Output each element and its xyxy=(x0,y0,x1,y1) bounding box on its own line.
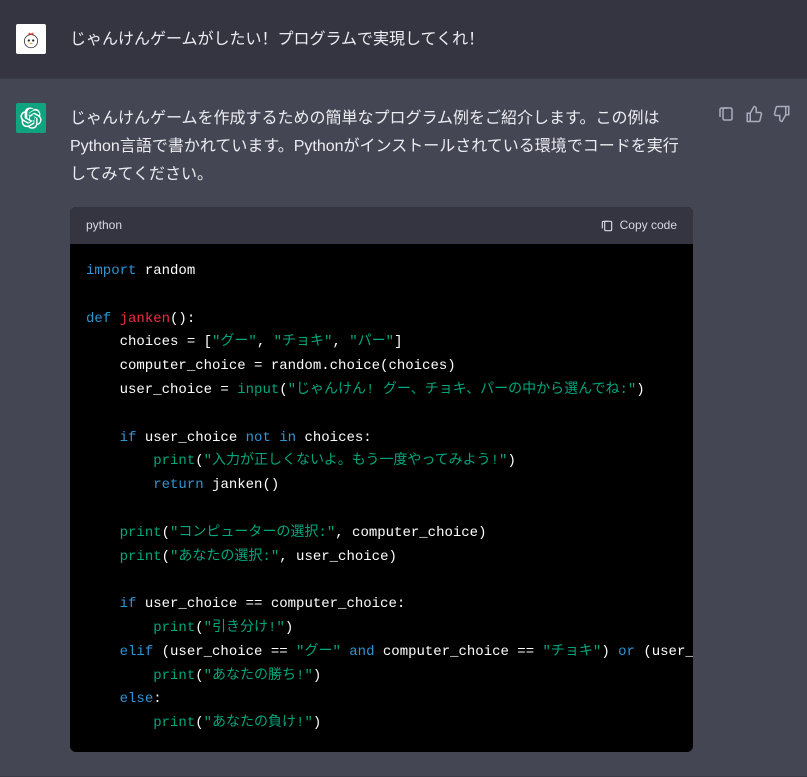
clipboard-icon[interactable] xyxy=(717,105,735,123)
code-content[interactable]: import random def janken(): choices = ["… xyxy=(70,244,693,752)
assistant-intro-text: じゃんけんゲームを作成するための簡単なプログラム例をご紹介します。この例はPyt… xyxy=(70,105,693,189)
code-block: python Copy code import random def janke… xyxy=(70,207,693,752)
assistant-content: じゃんけんゲームを作成するための簡単なプログラム例をご紹介します。この例はPyt… xyxy=(70,103,693,752)
clipboard-icon xyxy=(600,219,614,233)
assistant-message-row: じゃんけんゲームを作成するための簡単なプログラム例をご紹介します。この例はPyt… xyxy=(0,78,807,777)
copy-code-label: Copy code xyxy=(620,215,677,236)
openai-logo-icon xyxy=(20,107,42,129)
message-actions xyxy=(717,103,791,752)
user-avatar xyxy=(16,24,46,54)
copy-code-button[interactable]: Copy code xyxy=(600,215,677,236)
assistant-avatar xyxy=(16,103,46,133)
code-header: python Copy code xyxy=(70,207,693,244)
code-language-label: python xyxy=(86,215,122,236)
thumbs-down-icon[interactable] xyxy=(773,105,791,123)
user-message-text: じゃんけんゲームがしたい！プログラムで実現してくれ！ xyxy=(70,24,791,54)
user-message-row: じゃんけんゲームがしたい！プログラムで実現してくれ！ xyxy=(0,0,807,78)
chicken-avatar-icon xyxy=(20,28,42,50)
thumbs-up-icon[interactable] xyxy=(745,105,763,123)
